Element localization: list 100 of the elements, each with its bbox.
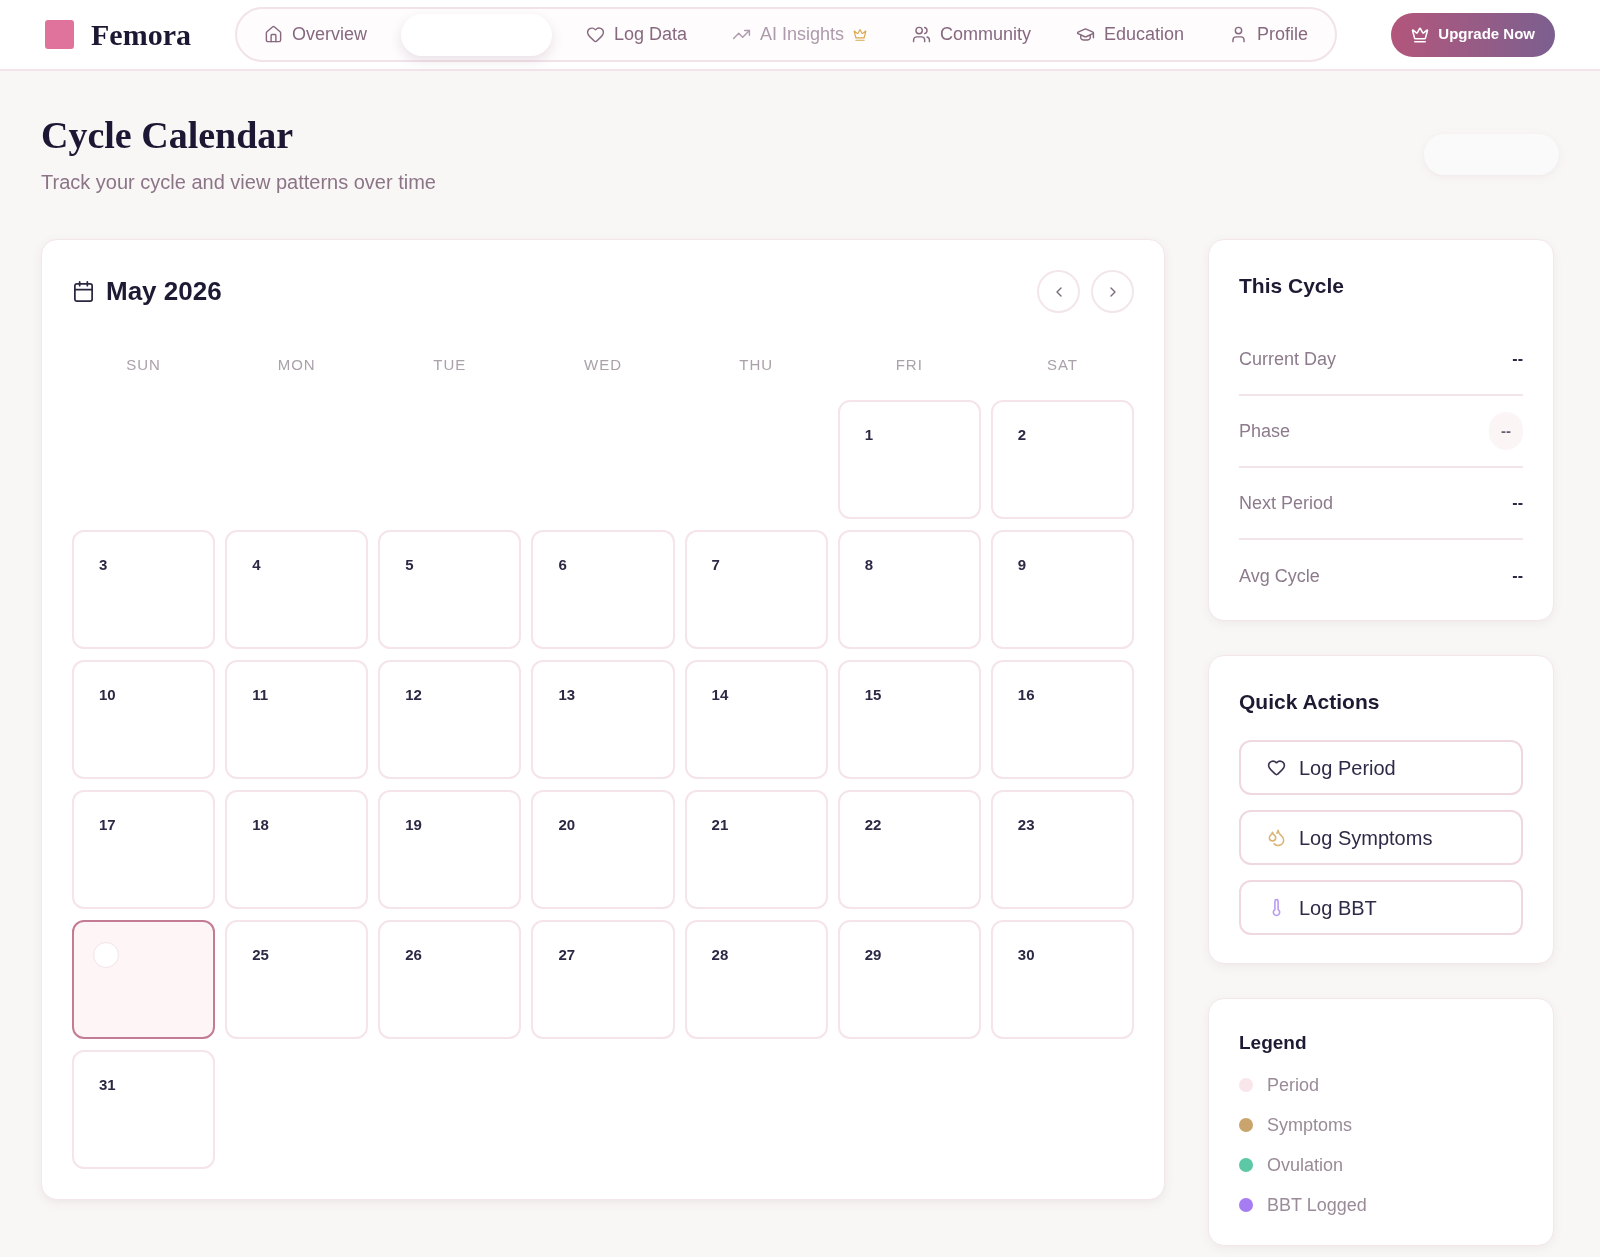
day-cell[interactable]: 19 (378, 790, 522, 909)
quick-action-button[interactable]: Log BBT (1239, 880, 1523, 935)
home-icon (263, 25, 283, 44)
legend-label: Ovulation (1267, 1153, 1344, 1177)
month-title: May 2026 (106, 275, 222, 308)
day-number: 7 (711, 555, 720, 575)
card-title: Legend (1239, 1031, 1308, 1055)
previous-month-button[interactable] (1037, 270, 1080, 313)
weekday-label: MON (277, 355, 316, 375)
day-number: 27 (558, 945, 576, 965)
day-number: 22 (864, 815, 882, 835)
weekday-label: TUE (433, 355, 467, 375)
day-cell[interactable]: 27 (531, 920, 675, 1039)
day-number: 3 (99, 555, 108, 575)
day-number: 1 (864, 425, 874, 445)
day-number: 25 (252, 945, 269, 965)
nav-tab[interactable]: Community (900, 13, 1042, 56)
stat-label: Avg Cycle (1239, 564, 1320, 588)
day-cell[interactable]: 18 (225, 790, 369, 909)
day-number: 21 (711, 815, 729, 835)
day-number: 10 (99, 685, 116, 705)
nav-tab[interactable]: Profile (1217, 13, 1319, 56)
day-cell[interactable]: 22 (837, 790, 981, 909)
quick-action-button[interactable]: Log Symptoms (1239, 810, 1523, 865)
day-number: 12 (405, 685, 422, 705)
day-cell[interactable]: 15 (837, 660, 981, 779)
legend-label: Period (1267, 1073, 1320, 1097)
day-number: 17 (99, 815, 116, 835)
day-number: 2 (1017, 425, 1027, 445)
people-icon (911, 25, 931, 44)
day-cell[interactable]: 11 (225, 660, 369, 779)
weekday-label: WED (584, 355, 622, 375)
day-cell[interactable]: 8 (837, 530, 981, 649)
day-number: 9 (1017, 555, 1027, 575)
day-number: 8 (864, 555, 874, 575)
day-cell[interactable]: 2 (990, 400, 1134, 519)
day-cell[interactable] (72, 920, 216, 1039)
day-cell[interactable]: 10 (72, 660, 216, 779)
day-number: 20 (558, 815, 576, 835)
stat-label: Current Day (1239, 347, 1337, 371)
heart-icon (585, 25, 605, 44)
quick-action-button[interactable]: Log Period (1239, 740, 1523, 795)
day-number: 18 (252, 815, 269, 835)
day-cell[interactable]: 23 (990, 790, 1134, 909)
weekday-label: SAT (1046, 355, 1078, 375)
day-cell[interactable]: 31 (72, 1050, 216, 1169)
page-subtitle: Track your cycle and view patterns over time (41, 170, 436, 195)
day-cell[interactable]: 3 (72, 530, 216, 649)
weekday-label: THU (739, 355, 774, 375)
card-title: This Cycle (1239, 273, 1346, 299)
brand-name: Femora (91, 17, 191, 53)
legend-label: Symptoms (1267, 1113, 1353, 1137)
day-number: 26 (405, 945, 422, 965)
droplets-icon (1267, 828, 1286, 847)
day-cell[interactable]: 5 (378, 530, 522, 649)
day-cell[interactable]: 21 (684, 790, 828, 909)
stat-label: Phase (1239, 419, 1291, 443)
weekday-label: SUN (126, 355, 161, 375)
day-number: 13 (558, 685, 576, 705)
day-cell[interactable]: 28 (684, 920, 828, 1039)
day-cell[interactable]: 13 (531, 660, 675, 779)
nav-tab[interactable]: Education (1064, 13, 1195, 56)
calendar-icon (72, 280, 95, 303)
day-cell[interactable]: 4 (225, 530, 369, 649)
day-cell[interactable]: 12 (378, 660, 522, 779)
day-cell[interactable]: 16 (990, 660, 1134, 779)
next-month-button[interactable] (1091, 270, 1134, 313)
upgrade-button[interactable]: Upgrade Now (1391, 12, 1555, 57)
day-cell[interactable]: 29 (837, 920, 981, 1039)
day-number: 11 (252, 685, 268, 705)
day-cell[interactable]: 6 (531, 530, 675, 649)
day-cell[interactable]: 9 (990, 530, 1134, 649)
day-number: 5 (405, 555, 414, 575)
day-cell[interactable]: 17 (72, 790, 216, 909)
logo-icon (45, 20, 74, 49)
day-cell[interactable]: 20 (531, 790, 675, 909)
day-cell[interactable]: 7 (684, 530, 828, 649)
day-cell[interactable]: 1 (837, 400, 981, 519)
day-number: 23 (1017, 815, 1035, 835)
stat-value: -- (1512, 349, 1523, 369)
day-number: 31 (99, 1075, 116, 1095)
day-number: 6 (558, 555, 567, 575)
crown-icon (1411, 25, 1430, 44)
page-title: Cycle Calendar (41, 113, 295, 157)
day-number: 30 (1017, 945, 1035, 965)
day-number: 4 (252, 555, 261, 575)
stat-value: -- (1512, 493, 1523, 513)
nav-tab[interactable] (400, 13, 552, 56)
day-cell[interactable]: 14 (684, 660, 828, 779)
day-cell[interactable]: 25 (225, 920, 369, 1039)
weekday-label: FRI (895, 355, 923, 375)
stat-value: -- (1512, 566, 1523, 586)
day-cell[interactable]: 30 (990, 920, 1134, 1039)
day-number: 29 (864, 945, 882, 965)
graduation-cap-icon (1075, 25, 1095, 44)
day-number: 28 (711, 945, 729, 965)
nav-tab[interactable]: Overview (252, 13, 378, 56)
today-marker-icon (93, 942, 119, 968)
nav-tab[interactable]: Log Data (574, 13, 698, 56)
day-cell[interactable]: 26 (378, 920, 522, 1039)
